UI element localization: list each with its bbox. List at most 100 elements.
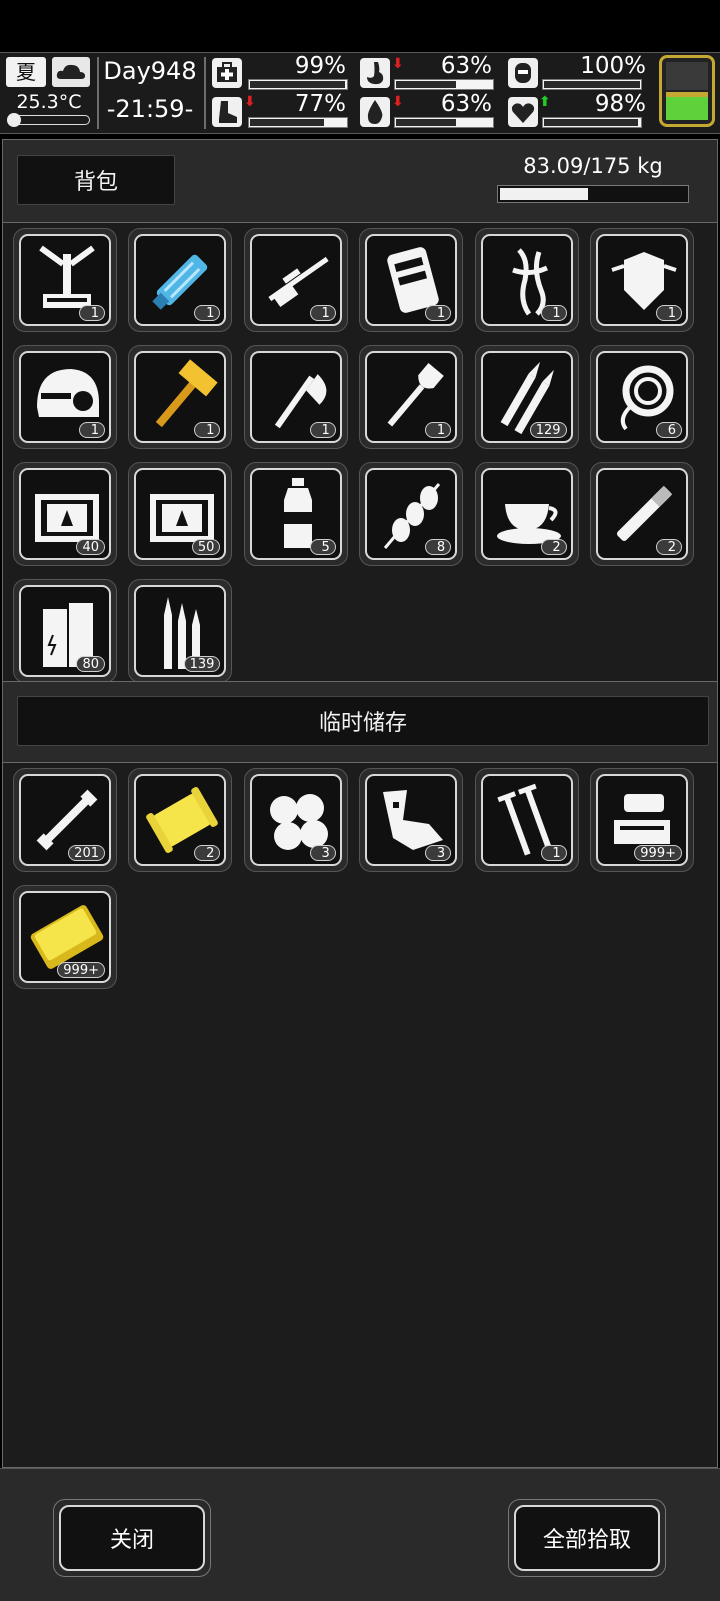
weather-cloud-icon (52, 57, 90, 87)
backpack-item-slot[interactable]: 40 (13, 462, 117, 566)
backpack-item-slot[interactable]: 139 (128, 579, 233, 681)
backpack-item-slot[interactable]: 1 (359, 345, 464, 449)
backpack-item-frame: 1 (365, 234, 458, 326)
mood-value: 98% (594, 91, 646, 117)
backpack-item-slot[interactable]: 1 (13, 345, 117, 449)
backpack-item-slot[interactable]: 1 (359, 228, 464, 332)
thirst-drop-icon (360, 97, 390, 127)
mood-bar (542, 117, 642, 128)
thirst-down-arrow-icon: ⬇ (392, 94, 404, 110)
backpack-item-slot[interactable]: 1 (128, 228, 233, 332)
backpack-item-slot[interactable]: 2 (474, 462, 579, 566)
storage-item-slot[interactable]: 1 (474, 768, 579, 872)
storage-item-frame: 2 (134, 774, 227, 866)
backpack-item-slot[interactable]: 50 (128, 462, 233, 566)
pickup-all-button[interactable]: 全部拾取 (508, 1499, 666, 1577)
item-count-badge: 999+ (634, 845, 682, 861)
pickup-all-button-label: 全部拾取 (542, 1528, 631, 1553)
item-count-badge: 3 (309, 845, 336, 861)
item-count-badge: 1 (309, 422, 336, 438)
hunger-down-arrow-icon: ⬇ (392, 56, 404, 72)
item-count-badge: 3 (425, 845, 452, 861)
battery-indicator[interactable] (659, 55, 715, 127)
item-count-badge: 2 (540, 539, 567, 555)
item-count-badge: 8 (425, 539, 452, 555)
storage-item-slot[interactable]: 999+ (13, 885, 117, 989)
close-button[interactable]: 关闭 (53, 1499, 211, 1577)
backpack-item-slot[interactable]: 1 (474, 228, 579, 332)
backpack-tab[interactable]: 背包 (17, 155, 175, 205)
stamina-value: 77% (294, 91, 346, 117)
health-bar (248, 79, 348, 90)
thirst-value: 63% (440, 91, 492, 117)
day-label: Day948 (103, 57, 197, 85)
backpack-item-frame: 2 (596, 468, 688, 560)
armor-bar (542, 79, 642, 90)
season-label: 夏 (16, 60, 36, 84)
weight-label: 83.09/175 kg (523, 154, 663, 178)
backpack-item-frame: 1 (365, 351, 458, 443)
storage-item-frame: 3 (365, 774, 458, 866)
item-count-badge: 6 (656, 422, 682, 438)
backpack-item-slot[interactable]: 8 (359, 462, 464, 566)
health-icon (212, 58, 242, 88)
temperature-label: 25.3°C (16, 91, 82, 113)
item-count-badge: 40 (76, 539, 105, 555)
storage-item-slot[interactable]: 999+ (590, 768, 694, 872)
item-count-badge: 1 (194, 422, 221, 438)
backpack-item-frame: 1 (480, 234, 573, 326)
backpack-item-frame: 1 (596, 234, 688, 326)
item-count-badge: 50 (191, 539, 221, 555)
hunger-value: 63% (440, 53, 492, 79)
stamina-down-arrow-icon: ⬇ (244, 94, 256, 110)
item-count-badge: 2 (656, 539, 682, 555)
backpack-item-slot[interactable]: 2 (590, 462, 694, 566)
mood-up-arrow-icon: ⬆ (539, 94, 551, 110)
stamina-bar (248, 117, 348, 128)
temperature-gauge (7, 113, 90, 127)
backpack-item-slot[interactable]: 80 (13, 579, 117, 681)
item-count-badge: 1 (425, 305, 452, 321)
storage-item-frame: 999+ (596, 774, 688, 866)
backpack-item-frame: 1 (249, 351, 342, 443)
item-count-badge: 1 (425, 422, 452, 438)
backpack-item-slot[interactable]: 5 (243, 462, 348, 566)
backpack-item-slot[interactable]: 129 (474, 345, 579, 449)
backpack-item-frame: 40 (19, 468, 111, 560)
item-count-badge: 201 (68, 845, 105, 861)
item-count-badge: 1 (79, 305, 105, 321)
backpack-item-frame: 2 (480, 468, 573, 560)
storage-item-slot[interactable]: 2 (128, 768, 233, 872)
backpack-item-slot[interactable]: 6 (590, 345, 694, 449)
footer-bar: 关闭 全部拾取 (0, 1468, 720, 1601)
storage-item-slot[interactable]: 201 (13, 768, 117, 872)
storage-item-frame: 1 (480, 774, 573, 866)
storage-item-slot[interactable]: 3 (359, 768, 464, 872)
weight-bar (497, 185, 689, 203)
backpack-item-slot[interactable]: 1 (13, 228, 117, 332)
battery-fill-green (666, 96, 708, 120)
storage-item-slot[interactable]: 3 (243, 768, 348, 872)
backpack-item-slot[interactable]: 1 (243, 345, 348, 449)
backpack-grid: 1 1 1 1 1 1 1 1 1 1 129 6 40 50 5 8 2 2 80 139 (2, 223, 718, 681)
backpack-item-slot[interactable]: 1 (128, 345, 233, 449)
weight-bar-fill (500, 188, 589, 200)
item-count-badge: 80 (76, 656, 105, 672)
item-count-badge: 2 (194, 845, 221, 861)
storage-header: 临时储存 (2, 681, 718, 763)
item-count-badge: 1 (540, 845, 567, 861)
backpack-header: 背包 83.09/175 kg (2, 139, 718, 223)
item-count-badge: 1 (79, 422, 105, 438)
backpack-title: 背包 (73, 170, 118, 195)
item-count-badge: 1 (309, 305, 336, 321)
backpack-item-slot[interactable]: 1 (590, 228, 694, 332)
thirst-bar (394, 117, 494, 128)
storage-item-frame: 999+ (19, 891, 111, 983)
backpack-item-frame: 1 (134, 234, 227, 326)
backpack-item-frame: 6 (596, 351, 688, 443)
backpack-item-frame: 5 (249, 468, 342, 560)
backpack-item-slot[interactable]: 1 (243, 228, 348, 332)
health-value: 99% (294, 53, 346, 79)
item-count-badge: 5 (309, 539, 336, 555)
item-count-badge: 999+ (57, 962, 105, 978)
